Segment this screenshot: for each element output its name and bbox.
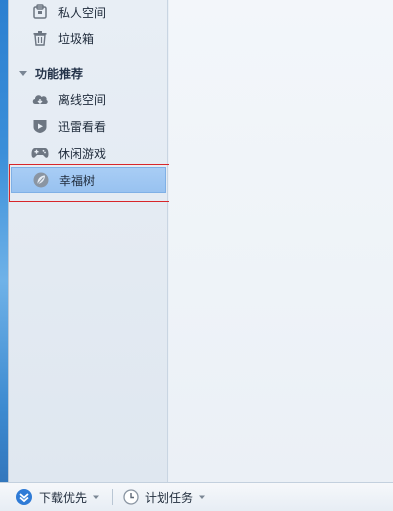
scheduled-task-button[interactable]: 计划任务 [123,486,206,508]
sidebar-item-label: 垃圾箱 [58,31,95,46]
download-priority-icon [16,489,32,505]
sidebar-item-kankan[interactable]: 迅雷看看 [11,113,166,139]
sidebar-item-label: 休闲游戏 [58,146,107,161]
download-priority-button[interactable]: 下载优先 [15,486,100,508]
scheduled-task-label: 计划任务 [145,490,194,505]
gamepad-icon [31,144,49,162]
status-bar: 下载优先 计划任务 [0,482,393,511]
download-priority-label: 下载优先 [39,490,88,505]
chevron-down-icon [199,495,206,499]
sidebar-item-private-space[interactable]: 私人空间 [11,0,166,25]
section-header-label: 功能推荐 [35,66,84,81]
status-separator [112,489,114,505]
sidebar-item-offline-space[interactable]: 离线空间 [11,86,166,112]
sidebar-item-trash[interactable]: 垃圾箱 [11,25,166,51]
sidebar: 私人空间 垃圾箱 功能推荐 离线空间 迅雷看看 休闲游戏 幸福树 [9,0,168,482]
chevron-down-icon [93,495,100,499]
triangle-down-icon [19,71,27,76]
sidebar-item-label: 迅雷看看 [58,119,107,134]
sidebar-item-label: 离线空间 [58,92,107,107]
lock-icon [31,3,49,21]
thunder-window: 私人空间 垃圾箱 功能推荐 离线空间 迅雷看看 休闲游戏 幸福树 下载优先 计划… [0,0,393,511]
cloud-icon [31,90,49,108]
sidebar-item-casual-games[interactable]: 休闲游戏 [11,140,166,166]
leaf-icon [32,171,50,189]
sidebar-item-label: 私人空间 [58,5,107,20]
section-header-features[interactable]: 功能推荐 [11,62,83,84]
sidebar-item-happiness-tree[interactable]: 幸福树 [11,167,166,193]
main-content-pane [169,0,393,482]
clock-icon [123,489,139,505]
video-icon [31,117,49,135]
desktop-edge [0,0,8,511]
trash-icon [31,29,49,47]
sidebar-item-label: 幸福树 [59,173,96,188]
